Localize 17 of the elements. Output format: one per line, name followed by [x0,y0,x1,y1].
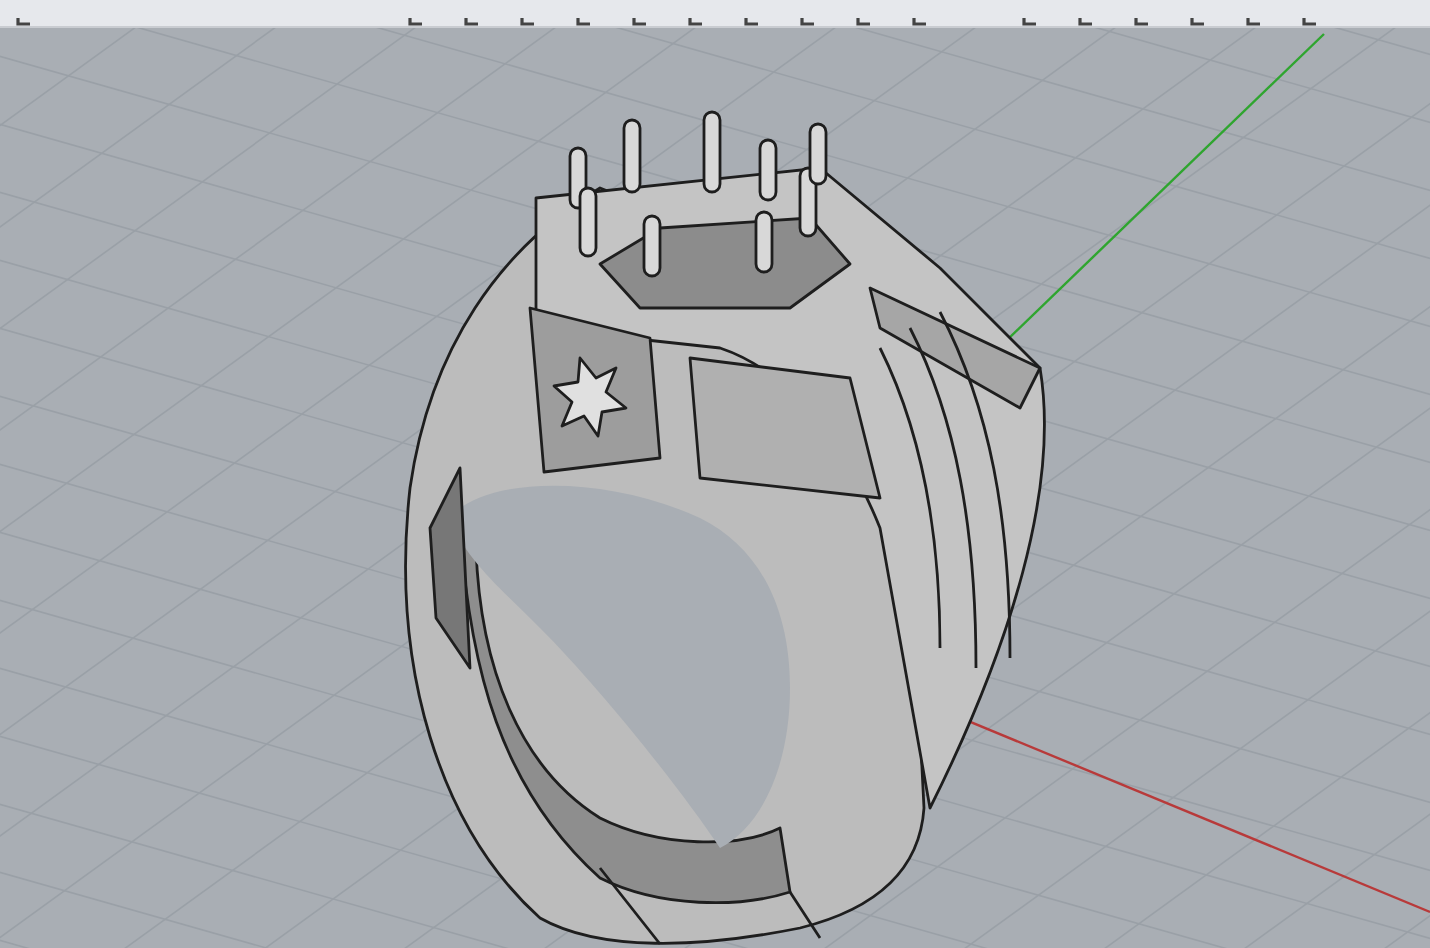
toolbar-icon[interactable] [1186,18,1206,26]
toolbar-icon[interactable] [628,18,648,26]
toolbar-icon[interactable] [12,18,32,26]
toolbar-icon[interactable] [1018,18,1038,26]
toolbar-icon[interactable] [1242,18,1262,26]
toolbar-icon[interactable] [1298,18,1318,26]
toolbar-icon[interactable] [460,18,480,26]
toolbar-icon[interactable] [908,18,928,26]
toolbar-icon[interactable] [796,18,816,26]
toolbar-icon[interactable] [516,18,536,26]
toolbar-icon[interactable] [572,18,592,26]
toolbar-icon[interactable] [1074,18,1094,26]
toolbar-icon[interactable] [404,18,424,26]
toolbar-icon[interactable] [684,18,704,26]
toolbar-icon[interactable] [1130,18,1150,26]
toolbar-icon[interactable] [740,18,760,26]
toolbar-icon[interactable] [852,18,872,26]
